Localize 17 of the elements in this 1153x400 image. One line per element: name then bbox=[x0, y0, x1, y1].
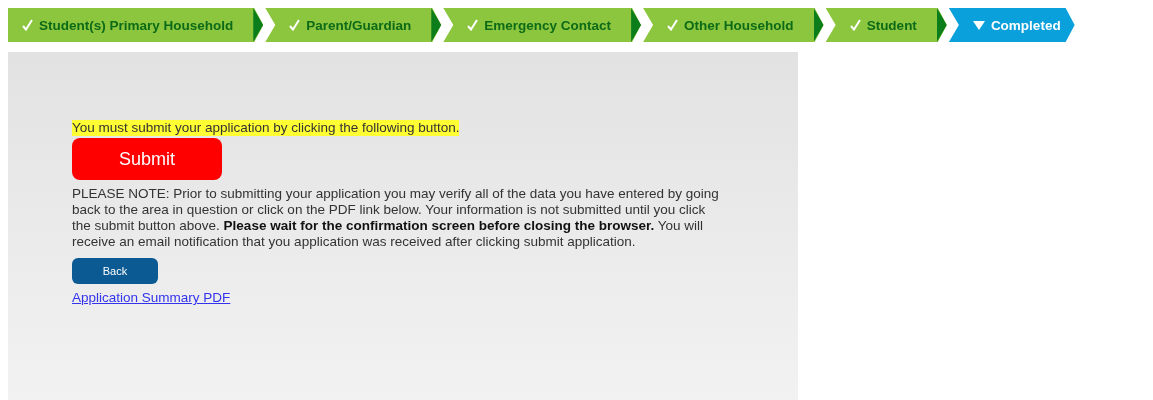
submit-button[interactable]: Submit bbox=[72, 138, 222, 180]
checkmark-icon bbox=[467, 19, 479, 31]
progress-step[interactable]: Parent/Guardian bbox=[265, 8, 442, 42]
back-button[interactable]: Back bbox=[72, 258, 158, 284]
note-paragraph: PLEASE NOTE: Prior to submitting your application you may verify all of the data you have entered by going back to the area in question or click on the PDF link below. Your information is not submitted until you click the submit button above. Please wait for the confirmation screen before closing the browser. You will receive an email notification that you application was received after clicking submit application. bbox=[72, 186, 720, 250]
notice-text: You must submit your application by clicking the following button. bbox=[72, 120, 460, 136]
progress-step[interactable]: Completed bbox=[948, 8, 1075, 42]
checkmark-icon bbox=[849, 19, 861, 31]
progress-step[interactable]: Student bbox=[825, 8, 947, 42]
checkmark-icon bbox=[289, 19, 301, 31]
caret-icon bbox=[972, 20, 985, 30]
progress-step[interactable]: Student(s) Primary Household bbox=[8, 8, 264, 42]
checkmark-icon bbox=[667, 19, 679, 31]
pdf-link[interactable]: Application Summary PDF bbox=[72, 290, 231, 305]
progress-step[interactable]: Emergency Contact bbox=[443, 8, 642, 42]
checkmark-icon bbox=[22, 19, 33, 31]
progress-step[interactable]: Other Household bbox=[643, 8, 824, 42]
